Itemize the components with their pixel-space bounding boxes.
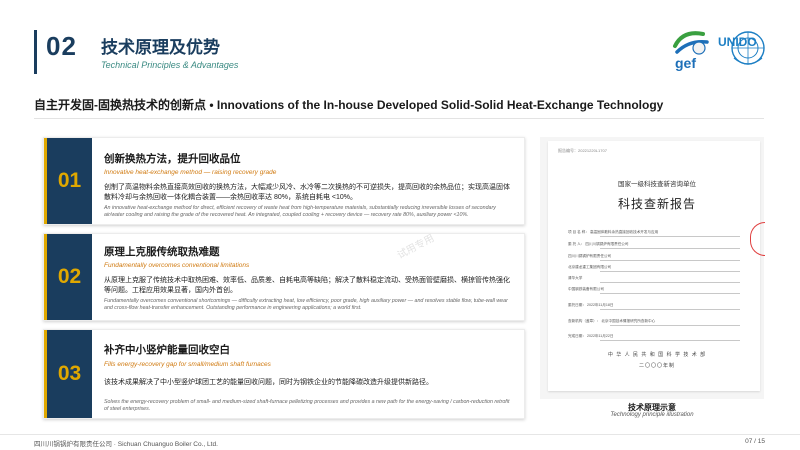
image-caption-en: Technology principle illustration bbox=[610, 412, 694, 418]
unido-logo-text: UNIDO bbox=[718, 35, 757, 49]
report-field: 委托日期： 2022年11月18日 bbox=[568, 303, 614, 307]
section-heading: 自主开发固-固换热技术的创新点 • Innovations of the In-… bbox=[34, 98, 664, 112]
gef-logo: gef bbox=[673, 31, 709, 71]
page-title: 技术原理及优势 bbox=[101, 38, 220, 57]
innovation-card-1: 01 创新换热方法，提升回收品位 Innovative heat-exchang… bbox=[43, 137, 525, 225]
footer-company: 四川川锅锅炉有限责任公司 · Sichuan Chuanguo Boiler C… bbox=[34, 441, 218, 448]
card-body-en: Fundamentally overcomes conventional sho… bbox=[104, 298, 508, 312]
field-underline bbox=[600, 293, 740, 294]
report-field: 项 目 名 称： 高温固体散料余热直接回收技术开发与应用 bbox=[568, 230, 659, 234]
report-field: 查新机构（盖章）： 北京中国技术情报研究所查新中心 bbox=[568, 319, 656, 323]
card-subtitle: Fundamentally overcomes conventional lim… bbox=[104, 262, 250, 269]
page-indicator: 07 / 15 bbox=[745, 438, 765, 445]
page-subtitle: Technical Principles & Advantages bbox=[101, 60, 239, 70]
unido-logo: UNIDO bbox=[718, 31, 765, 65]
section-number: 02 bbox=[46, 31, 77, 61]
gef-logo-text: gef bbox=[675, 55, 696, 71]
card-number-badge: 03 bbox=[44, 330, 92, 418]
report-issuer: 中 华 人 民 共 和 国 科 学 技 术 部 bbox=[607, 352, 707, 358]
card-number-badge: 01 bbox=[44, 138, 92, 224]
field-underline bbox=[600, 309, 740, 310]
field-underline bbox=[600, 271, 740, 272]
header-accent-bar bbox=[34, 30, 37, 74]
card-title: 创新换热方法，提升回收品位 bbox=[104, 153, 241, 165]
field-underline bbox=[600, 340, 740, 341]
card-subtitle: Innovative heat-exchange method — raisin… bbox=[104, 169, 277, 176]
innovation-card-3: 03 补齐中小竖炉能量回收空白 Fills energy-recovery ga… bbox=[43, 329, 525, 419]
report-field: 北京建龙重工集团有限公司 bbox=[568, 265, 612, 269]
field-underline bbox=[600, 236, 740, 237]
card-title: 原理上克服传统取热难题 bbox=[104, 246, 220, 258]
section-divider bbox=[34, 118, 764, 119]
innovation-card-2: 02 原理上克服传统取热难题 Fundamentally overcomes c… bbox=[43, 233, 525, 321]
card-title: 补齐中小竖炉能量回收空白 bbox=[104, 344, 230, 356]
card-number-badge: 02 bbox=[44, 234, 92, 320]
report-field: 中国钢铁装备有限公司 bbox=[568, 287, 604, 291]
card-body-cn: 创制了高温物料余热直接高效回收的换热方法，大幅减少风冷、水冷等二次换热的不可逆损… bbox=[104, 184, 510, 201]
report-field: 清华大学 bbox=[568, 276, 583, 280]
report-field: 四川川锅锅炉有限责任公司 bbox=[568, 254, 612, 258]
report-field: 完成日期： 2022年11月22日 bbox=[568, 334, 614, 338]
footer-divider bbox=[0, 434, 800, 435]
card-body-cn: 从原理上克服了传统技术中取热困难、效率低、品质差、自耗电高等缺陷；解决了散料稳定… bbox=[104, 277, 510, 294]
report-number: 报告编号：20221220L1707 bbox=[558, 148, 607, 153]
field-underline bbox=[600, 260, 740, 261]
report-field: 委 托 人： 四川川锅锅炉有限责任公司 bbox=[568, 242, 629, 246]
field-underline bbox=[600, 282, 740, 283]
card-body-en: An innovative heat-exchange method for d… bbox=[104, 205, 496, 219]
card-body-cn: 该技术成果解决了中小型竖炉球团工艺的能量回收问题，同时为钢铁企业的节能降碳改造升… bbox=[104, 379, 433, 386]
report-org: 国家一级科技查新咨询单位 bbox=[618, 181, 696, 188]
field-underline bbox=[600, 248, 740, 249]
report-year: 二〇〇〇年制 bbox=[638, 363, 675, 369]
card-body-en: Solves the energy-recovery problem of sm… bbox=[104, 399, 510, 413]
card-subtitle: Fills energy-recovery gap for small/medi… bbox=[104, 361, 271, 368]
report-title: 科技查新报告 bbox=[617, 197, 696, 211]
field-underline bbox=[610, 325, 740, 326]
